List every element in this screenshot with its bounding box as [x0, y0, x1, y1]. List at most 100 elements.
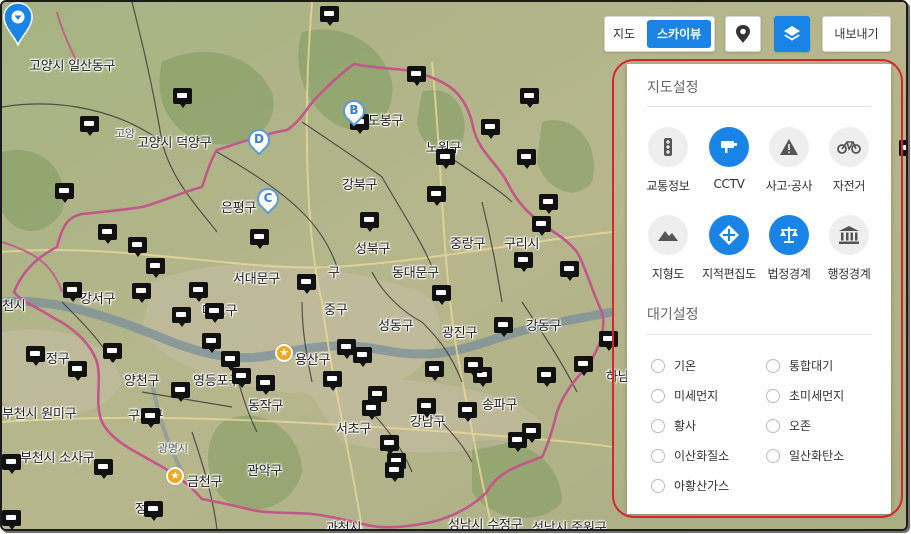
export-button[interactable]: 내보내기 [822, 16, 891, 52]
place-label-gangdong: 강동구 [526, 319, 562, 334]
cctv-marker[interactable] [68, 361, 87, 381]
cctv-marker[interactable] [320, 6, 339, 26]
cctv-marker[interactable] [189, 282, 208, 302]
radio-button[interactable] [766, 418, 780, 433]
radio-button[interactable] [766, 388, 780, 403]
cctv-marker[interactable] [256, 375, 275, 395]
cctv-marker[interactable] [2, 454, 21, 474]
layer-bicycle[interactable]: 자전거 [817, 127, 881, 194]
cctv-marker[interactable] [80, 116, 99, 136]
location-button[interactable] [725, 16, 761, 52]
cctv-marker[interactable] [128, 237, 147, 257]
cctv-marker[interactable] [171, 382, 190, 402]
layer-accident-label: 사고·공사 [765, 179, 813, 193]
place-label-dobong: 도봉구 [368, 114, 404, 129]
layer-legal-boundary[interactable]: 법정경계 [757, 215, 821, 282]
cctv-marker[interactable] [26, 346, 45, 366]
cctv-marker[interactable] [250, 229, 269, 249]
cctv-marker[interactable] [205, 303, 224, 323]
cctv-marker[interactable] [574, 356, 593, 376]
waypoint-pin-d[interactable]: D [243, 124, 275, 161]
cctv-marker[interactable] [380, 435, 399, 455]
star-marker-yongsan[interactable]: ★ [275, 344, 293, 362]
layer-admin-boundary[interactable]: 행정경계 [817, 215, 881, 282]
radio-button[interactable] [651, 418, 665, 433]
air-option-ozone[interactable]: 오존 [766, 417, 811, 434]
cctv-marker[interactable] [425, 361, 444, 381]
cctv-marker[interactable] [132, 283, 151, 303]
radio-button[interactable] [651, 358, 665, 373]
cctv-marker[interactable] [560, 261, 579, 281]
cctv-marker[interactable] [146, 258, 165, 278]
cctv-marker[interactable] [172, 307, 191, 327]
cctv-marker[interactable] [417, 398, 436, 418]
air-option-so2[interactable]: 아황산가스 [651, 477, 729, 494]
radio-button[interactable] [651, 388, 665, 403]
cctv-marker[interactable] [458, 402, 477, 422]
cctv-marker[interactable] [599, 331, 618, 351]
cctv-marker[interactable] [173, 88, 192, 108]
layer-traffic[interactable]: 교통정보 [636, 127, 700, 194]
cctv-marker[interactable] [427, 186, 446, 206]
selected-location-pin[interactable] [2, 2, 34, 46]
air-settings-title: 대기설정 [647, 307, 699, 323]
cctv-marker[interactable] [232, 368, 251, 388]
cctv-marker[interactable] [385, 462, 404, 482]
layer-cctv[interactable]: CCTV [697, 127, 761, 191]
cctv-marker[interactable] [103, 343, 122, 363]
cctv-marker[interactable] [537, 367, 556, 387]
cctv-marker[interactable] [522, 423, 541, 443]
cctv-marker[interactable] [481, 119, 500, 139]
place-label-yangcheon: 양천구 [124, 374, 160, 389]
air-option-fine-dust[interactable]: 미세먼지 [651, 387, 718, 404]
cctv-marker[interactable] [221, 351, 240, 371]
air-option-integrated-air[interactable]: 통합대기 [766, 357, 833, 374]
layers-button[interactable] [774, 16, 810, 52]
cctv-marker[interactable] [432, 285, 451, 305]
cctv-marker[interactable] [494, 317, 513, 337]
radio-button[interactable] [766, 448, 780, 463]
air-option-label: 기온 [674, 359, 697, 373]
cctv-marker[interactable] [362, 400, 381, 420]
radio-button[interactable] [766, 358, 780, 373]
air-option-yellow-dust[interactable]: 황사 [651, 417, 696, 434]
cctv-marker[interactable] [63, 282, 82, 302]
air-option-label: 오존 [789, 419, 812, 433]
cctv-marker[interactable] [297, 274, 316, 294]
cctv-marker[interactable] [532, 216, 551, 236]
cctv-marker[interactable] [144, 501, 163, 521]
cctv-marker[interactable] [520, 88, 539, 108]
air-option-temperature[interactable]: 기온 [651, 357, 696, 374]
map-frame: 고양시 일산동구고양시 덕양구고양도봉구노원구강북구은평구성북구중랑구구리시서대… [0, 0, 908, 531]
cctv-marker[interactable] [899, 140, 906, 156]
cctv-marker[interactable] [141, 408, 160, 428]
waypoint-pin-b[interactable]: B [338, 95, 370, 132]
place-label-seongnam-jungwon: 성남시 중원구 [532, 521, 607, 531]
map-type-skyview-option[interactable]: 스카이뷰 [647, 20, 712, 48]
layer-cadastral[interactable]: 지적편집도 [697, 215, 761, 282]
map-type-map-option[interactable]: 지도 [605, 20, 643, 48]
star-marker-geumcheon[interactable]: ★ [166, 467, 184, 485]
cctv-marker[interactable] [94, 459, 113, 479]
radio-button[interactable] [651, 448, 665, 463]
waypoint-pin-c[interactable]: C [252, 183, 284, 220]
air-option-ultrafine-dust[interactable]: 초미세먼지 [766, 387, 844, 404]
cctv-marker[interactable] [539, 194, 558, 214]
air-option-no2[interactable]: 이산화질소 [651, 447, 729, 464]
cctv-marker[interactable] [323, 371, 342, 391]
cctv-marker[interactable] [202, 333, 221, 353]
cctv-marker[interactable] [360, 212, 379, 232]
cctv-marker[interactable] [514, 252, 533, 272]
cctv-marker[interactable] [353, 347, 372, 367]
cctv-marker[interactable] [2, 510, 21, 529]
cctv-marker[interactable] [517, 149, 536, 169]
layer-accident[interactable]: 사고·공사 [757, 127, 821, 194]
radio-button[interactable] [651, 478, 665, 493]
layer-terrain[interactable]: 지형도 [636, 215, 700, 282]
air-option-co[interactable]: 일산화탄소 [766, 447, 844, 464]
cctv-marker[interactable] [98, 224, 117, 244]
cctv-marker[interactable] [464, 357, 483, 377]
cctv-marker[interactable] [55, 183, 74, 203]
cctv-marker[interactable] [436, 149, 455, 169]
cctv-marker[interactable] [407, 66, 426, 86]
